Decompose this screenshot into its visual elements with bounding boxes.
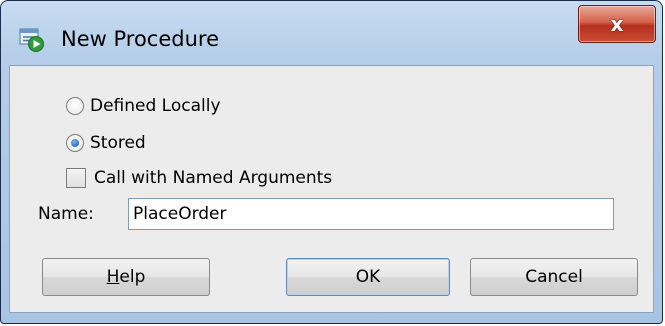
named-arguments-option[interactable]: Call with Named Arguments bbox=[66, 168, 332, 188]
help-button[interactable]: Help bbox=[42, 258, 210, 296]
named-arguments-label: Call with Named Arguments bbox=[94, 168, 333, 188]
radio-defined-locally[interactable] bbox=[66, 97, 84, 115]
ok-button[interactable]: OK bbox=[286, 258, 450, 296]
help-label: elp bbox=[119, 267, 146, 287]
close-button[interactable]: x bbox=[578, 5, 656, 43]
close-icon: x bbox=[610, 12, 624, 36]
named-arguments-checkbox[interactable] bbox=[66, 168, 86, 188]
option-defined-locally[interactable]: Defined Locally bbox=[66, 96, 221, 116]
cancel-button[interactable]: Cancel bbox=[470, 258, 638, 296]
option-defined-locally-label: Defined Locally bbox=[90, 96, 221, 116]
window-title: New Procedure bbox=[61, 27, 219, 51]
cancel-label: Cancel bbox=[525, 267, 583, 287]
dialog-body: Defined Locally Stored Call with Named A… bbox=[9, 65, 654, 313]
title-bar[interactable]: New Procedure x bbox=[1, 1, 662, 65]
help-mnemonic: H bbox=[106, 267, 120, 287]
procedure-run-icon bbox=[19, 28, 44, 52]
radio-stored[interactable] bbox=[66, 134, 84, 152]
name-input[interactable] bbox=[128, 198, 614, 230]
option-stored-label: Stored bbox=[90, 133, 146, 153]
option-stored[interactable]: Stored bbox=[66, 133, 146, 153]
ok-label: OK bbox=[355, 267, 381, 287]
dialog-window: New Procedure x Defined Locally Stored C… bbox=[0, 0, 663, 324]
name-label: Name: bbox=[38, 204, 94, 224]
